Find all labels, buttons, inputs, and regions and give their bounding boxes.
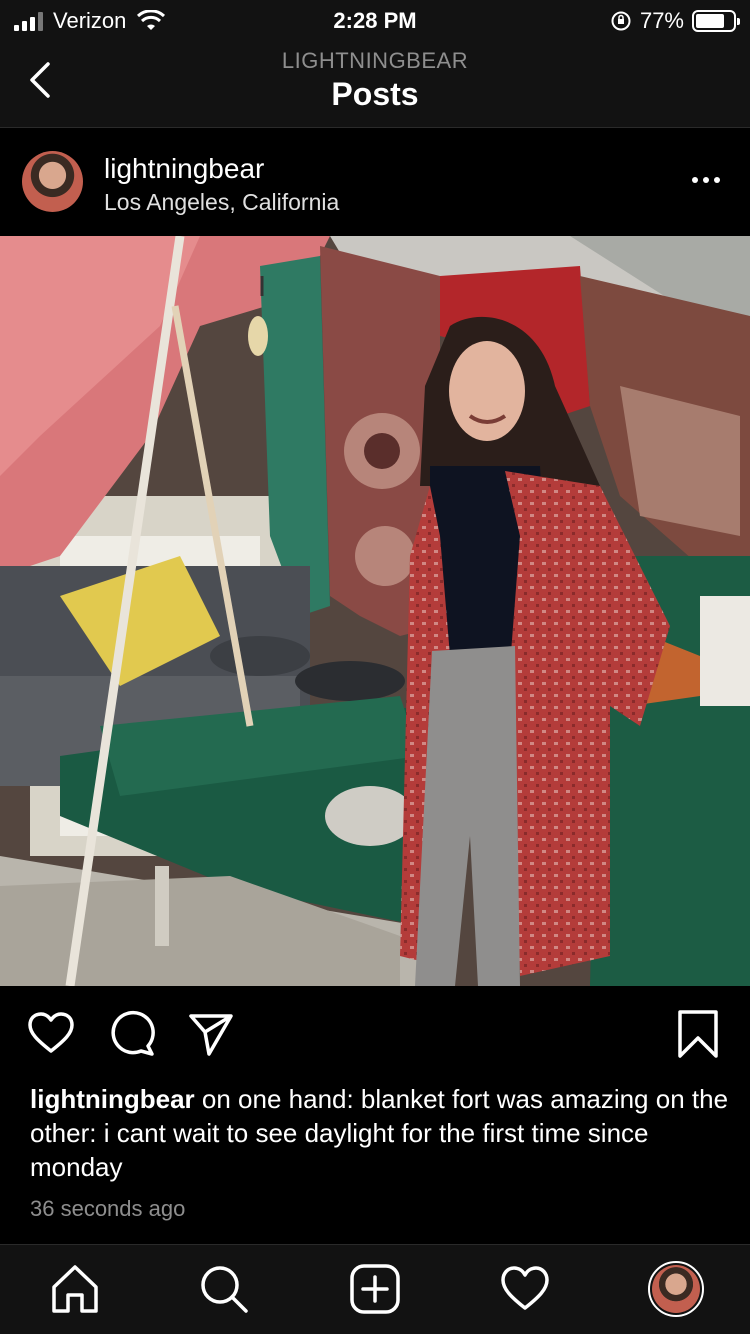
caption-username[interactable]: lightningbear: [30, 1084, 195, 1114]
home-icon[interactable]: [49, 1263, 101, 1315]
post-caption: lightningbear on one hand: blanket fort …: [30, 1082, 730, 1184]
post-username[interactable]: lightningbear: [104, 153, 264, 185]
tab-bar: [0, 1244, 750, 1334]
paper-plane-icon[interactable]: [187, 1010, 235, 1058]
avatar[interactable]: [648, 1261, 704, 1317]
status-bar: Verizon 2:28 PM 77%: [0, 0, 750, 40]
photo-illustration: [0, 236, 750, 986]
post-location[interactable]: Los Angeles, California: [104, 189, 339, 216]
avatar[interactable]: [22, 151, 83, 212]
orientation-lock-icon: [611, 11, 631, 31]
heart-icon[interactable]: [27, 1010, 75, 1058]
header-subtitle: LIGHTNINGBEAR: [281, 48, 469, 73]
heart-icon[interactable]: [499, 1263, 551, 1315]
page-title: Posts: [331, 76, 419, 112]
plus-square-icon[interactable]: [349, 1263, 401, 1315]
ellipsis-icon[interactable]: [692, 177, 720, 183]
bookmark-icon[interactable]: [674, 1010, 722, 1058]
battery-percent: 77%: [639, 8, 684, 33]
post-header: lightningbear Los Angeles, California: [0, 129, 750, 236]
search-icon[interactable]: [198, 1263, 250, 1315]
post-actions: [0, 986, 750, 1076]
post-timestamp: 36 seconds ago: [30, 1196, 186, 1221]
comment-icon[interactable]: [108, 1010, 156, 1058]
post-photo[interactable]: [0, 236, 750, 986]
battery-icon: [692, 10, 740, 32]
nav-header: LIGHTNINGBEAR Posts: [0, 40, 750, 128]
